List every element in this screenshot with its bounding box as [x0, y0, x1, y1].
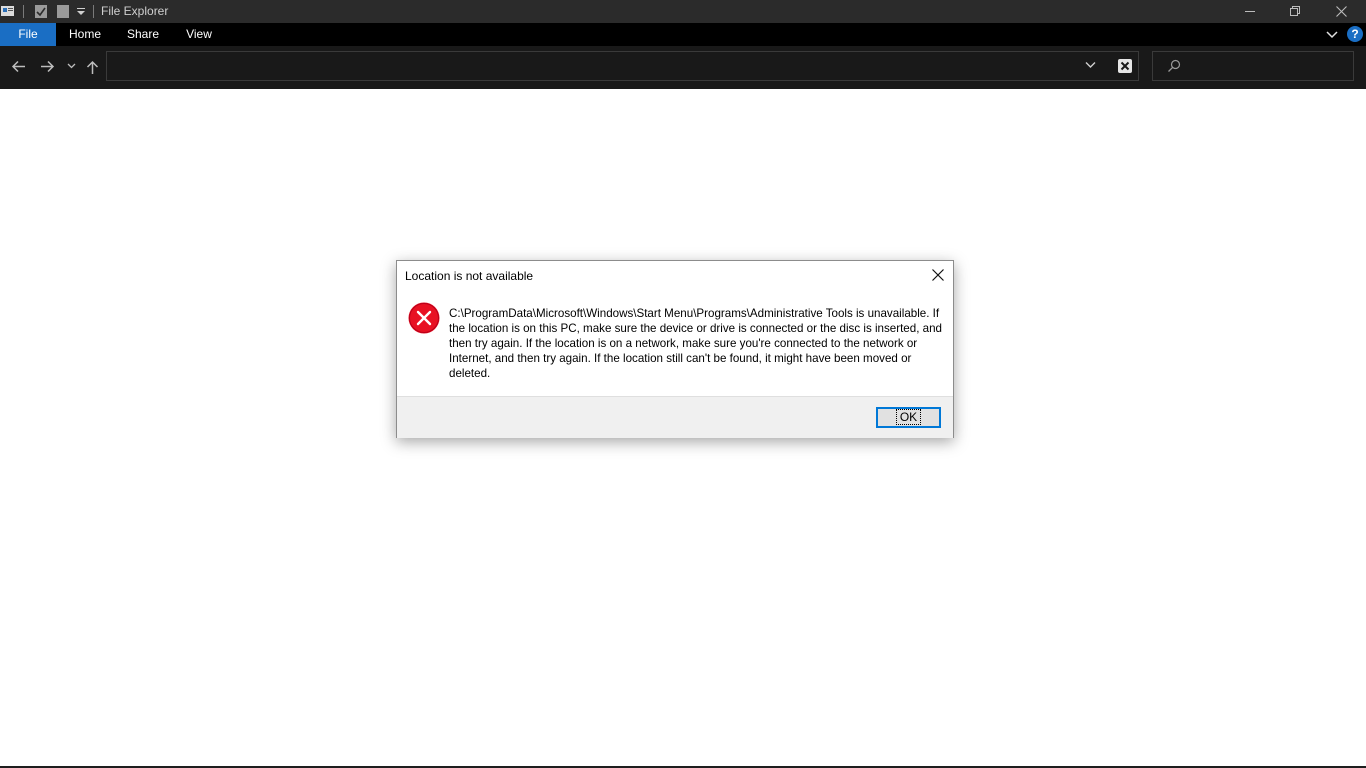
tab-file[interactable]: File — [0, 23, 56, 46]
window-title: File Explorer — [101, 4, 169, 18]
search-icon — [1168, 59, 1181, 72]
close-icon — [932, 269, 944, 281]
ribbon-tabs: File Home Share View — [0, 23, 1366, 46]
restore-button[interactable] — [1272, 0, 1318, 23]
address-input[interactable] — [113, 57, 1077, 77]
tab-view[interactable]: View — [177, 23, 221, 46]
customize-toolbar-icon[interactable] — [76, 7, 86, 17]
address-bar[interactable] — [106, 51, 1139, 81]
error-icon — [408, 302, 440, 334]
tab-home[interactable]: Home — [61, 23, 109, 46]
up-arrow-icon[interactable] — [86, 60, 99, 75]
recent-locations-chevron-icon[interactable] — [67, 63, 76, 69]
dialog-footer: OK — [397, 396, 953, 438]
search-input[interactable] — [1187, 57, 1351, 77]
dialog-message: C:\ProgramData\Microsoft\Windows\Start M… — [449, 307, 942, 380]
ok-button[interactable]: OK — [876, 407, 941, 428]
properties-icon[interactable] — [34, 4, 48, 19]
close-icon — [1336, 6, 1347, 17]
error-dialog: Location is not available C:\ProgramData… — [396, 260, 954, 438]
title-separator — [93, 5, 94, 18]
address-history-chevron-icon[interactable] — [1085, 61, 1096, 69]
title-separator — [23, 5, 24, 18]
minimize-icon — [1245, 11, 1255, 12]
minimize-button[interactable] — [1227, 0, 1273, 23]
search-box[interactable] — [1152, 51, 1354, 81]
ok-button-label: OK — [895, 409, 922, 425]
tab-share[interactable]: Share — [119, 23, 167, 46]
back-arrow-icon[interactable] — [11, 60, 26, 73]
dialog-close-button[interactable] — [923, 262, 953, 288]
explorer-app-icon[interactable] — [0, 4, 16, 18]
new-folder-icon[interactable] — [56, 4, 70, 19]
refresh-icon[interactable] — [1117, 58, 1133, 74]
restore-icon — [1290, 6, 1300, 16]
title-bar: File Explorer — [0, 0, 1366, 23]
close-button[interactable] — [1318, 0, 1364, 23]
forward-arrow-icon[interactable] — [40, 60, 55, 73]
dialog-title: Location is not available — [405, 269, 534, 283]
navigation-bar — [0, 46, 1366, 89]
help-button[interactable]: ? — [1347, 26, 1363, 42]
expand-ribbon-icon[interactable] — [1324, 27, 1340, 43]
